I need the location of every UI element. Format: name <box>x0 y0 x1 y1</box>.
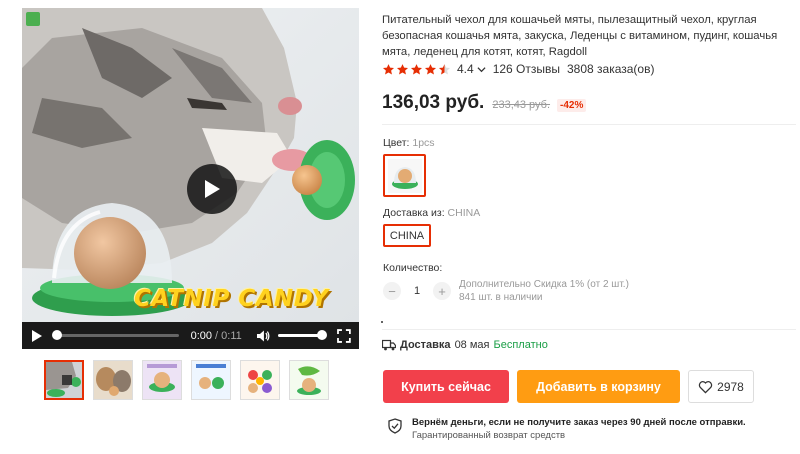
add-to-cart-button[interactable]: Добавить в корзину <box>517 370 680 403</box>
delivery-label: Доставка <box>400 339 451 351</box>
price-row: 136,03 руб. 233,43 руб. -42% <box>382 92 587 114</box>
play-icon <box>205 180 220 198</box>
fullscreen-icon[interactable] <box>337 328 351 343</box>
thumbnail-image <box>290 361 328 399</box>
shipping-from-value: CHINA <box>447 207 481 219</box>
shield-check-icon <box>388 418 402 434</box>
product-video-frame <box>22 8 359 322</box>
color-value: 1pcs <box>412 137 435 149</box>
current-price: 136,03 руб. <box>382 92 485 113</box>
store-badge-icon <box>26 12 40 26</box>
heart-icon <box>698 380 713 394</box>
shipping-from-label: Доставка из: CHINA <box>383 207 480 219</box>
thumbnail-image <box>143 361 181 399</box>
color-option-image <box>387 158 422 193</box>
quantity-decrease-button[interactable]: − <box>383 282 401 300</box>
star-half-icon <box>438 63 451 74</box>
volume-knob[interactable] <box>317 330 328 340</box>
old-price: 233,43 руб. <box>492 99 551 111</box>
video-play-button[interactable] <box>187 164 237 214</box>
time-current: 0:00 <box>190 329 212 342</box>
star-icon <box>424 63 437 74</box>
quantity-info: Дополнительно Скидка 1% (от 2 шт.) 841 ш… <box>459 278 629 304</box>
reviews-link[interactable]: 126 Отзывы <box>493 62 560 76</box>
wishlist-count: 2978 <box>717 379 744 394</box>
guarantee-subtitle: Гарантированный возврат средств <box>412 430 566 441</box>
delivery-date: 08 мая <box>454 339 490 351</box>
star-icon <box>382 63 395 74</box>
thumbnail-2[interactable] <box>93 360 133 400</box>
star-icon <box>396 63 409 74</box>
truck-icon <box>382 339 396 351</box>
thumbnail-image <box>241 361 279 399</box>
discount-badge: -42% <box>557 99 587 112</box>
delivery-info: Доставка 08 мая Бесплатно <box>382 339 548 351</box>
divider <box>382 124 796 125</box>
video-timecode: 0:00 / 0:11 <box>191 330 242 342</box>
rating-row: 4.4 126 Отзывы 3808 заказа(ов) <box>382 62 654 76</box>
thumbnail-image <box>46 362 82 398</box>
thumbnail-1[interactable] <box>44 360 84 400</box>
orders-count: 3808 заказа(ов) <box>567 62 655 76</box>
color-label-text: Цвет: <box>383 137 413 149</box>
quantity-value[interactable]: 1 <box>401 285 433 297</box>
time-separator: / <box>212 329 222 342</box>
separator-dot <box>381 321 383 323</box>
volume-icon[interactable] <box>256 329 270 343</box>
buyer-protection: Вернём деньги, если не получите заказ че… <box>388 416 746 442</box>
star-icon <box>410 63 423 74</box>
quantity-label: Количество: <box>383 262 443 274</box>
guarantee-title: Вернём деньги, если не получите заказ че… <box>412 417 746 428</box>
stock-count: 841 шт. в наличии <box>459 292 543 303</box>
quantity-stepper: − 1 + Дополнительно Скидка 1% (от 2 шт.)… <box>383 278 629 304</box>
rating-value: 4.4 <box>457 62 474 76</box>
thumbnail-5[interactable] <box>240 360 280 400</box>
thumbnail-strip <box>44 360 329 400</box>
delivery-cost: Бесплатно <box>493 339 548 351</box>
shipping-label-text: Доставка из: <box>383 207 448 219</box>
time-total: 0:11 <box>221 329 242 342</box>
buy-now-button[interactable]: Купить сейчас <box>383 370 509 403</box>
chevron-down-icon[interactable] <box>477 65 486 74</box>
video-banner-text: CATNIP CANDY <box>134 286 329 312</box>
thumbnail-image <box>94 361 132 399</box>
thumbnail-3[interactable] <box>142 360 182 400</box>
wishlist-button[interactable]: 2978 <box>688 370 754 403</box>
controls-play-button[interactable] <box>30 329 44 343</box>
thumbnail-6[interactable] <box>289 360 329 400</box>
thumbnail-4[interactable] <box>191 360 231 400</box>
bulk-discount-note: Дополнительно Скидка 1% (от 2 шт.) <box>459 279 629 290</box>
video-progress-bar[interactable] <box>51 330 179 340</box>
quantity-increase-button[interactable]: + <box>433 282 451 300</box>
color-label: Цвет: 1pcs <box>383 137 435 149</box>
divider <box>382 329 796 330</box>
video-controls: 0:00 / 0:11 <box>22 322 359 349</box>
play-icon <box>32 329 43 342</box>
progress-knob[interactable] <box>51 330 62 340</box>
rating-stars <box>382 63 451 76</box>
product-video-player[interactable]: CATNIP CANDY 0:00 / 0:11 <box>22 8 359 349</box>
volume-slider[interactable] <box>277 330 328 340</box>
thumbnail-image <box>192 361 230 399</box>
product-title: Питательный чехол для кошачьей мяты, пыл… <box>382 14 778 58</box>
color-option-1pcs[interactable] <box>383 154 426 197</box>
shipping-option-china[interactable]: CHINA <box>383 224 431 247</box>
